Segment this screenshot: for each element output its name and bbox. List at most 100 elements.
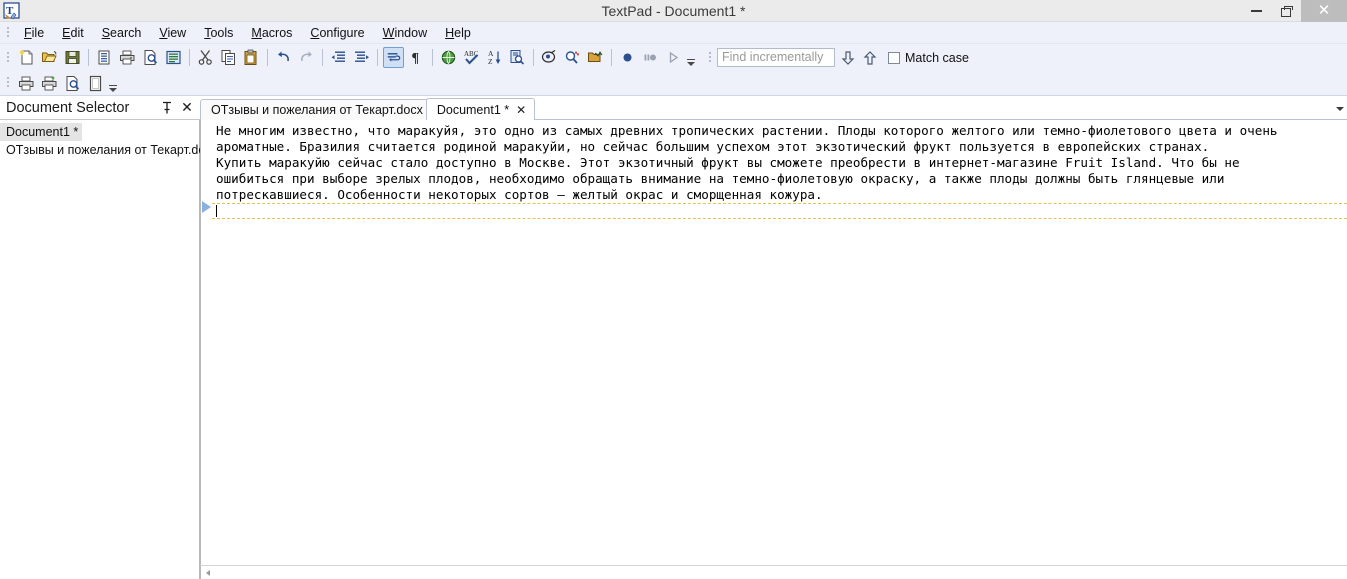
word-wrap-icon[interactable] — [383, 47, 404, 68]
document-item-label[interactable]: Document1 * — [0, 123, 82, 141]
document-item-label[interactable]: ОТзывы и пожелания от Текарт.do... — [0, 141, 220, 159]
minimize-icon — [1251, 10, 1262, 12]
close-button[interactable]: ✕ — [1301, 0, 1347, 22]
textpad-window: T TextPad - Document1 * ✕ File Edit Sear… — [0, 0, 1347, 579]
text-line: ароматные. Бразилия считается родиной ма… — [212, 139, 1347, 155]
undo-icon[interactable] — [273, 47, 294, 68]
restore-icon — [1281, 6, 1291, 16]
line-marker-gutter — [201, 120, 212, 565]
menu-window[interactable]: Window — [374, 23, 436, 43]
menu-search[interactable]: Search — [93, 23, 151, 43]
tab-list-dropdown-icon[interactable] — [1333, 98, 1347, 120]
scroll-left-icon[interactable] — [201, 566, 214, 579]
paragraph-marks-icon[interactable]: ¶ — [406, 47, 427, 68]
text-canvas[interactable]: Не многим известно, что маракуйя, это од… — [212, 120, 1347, 565]
find-in-files-icon[interactable] — [507, 47, 528, 68]
find-toolbar-grip[interactable] — [706, 50, 715, 66]
tab-otzyvy-docx[interactable]: ОТзывы и пожелания от Текарт.docx — [200, 99, 432, 120]
svg-text:¶: ¶ — [412, 51, 420, 66]
current-line-highlight — [212, 203, 1347, 219]
toolbar-separator — [322, 49, 323, 66]
restore-button[interactable] — [1271, 0, 1301, 22]
menu-bar: File Edit Search View Tools Macros Confi… — [0, 22, 1347, 44]
menu-grip[interactable] — [4, 25, 13, 41]
toolbar-separator — [267, 49, 268, 66]
open-file-icon[interactable] — [39, 47, 60, 68]
text-line: ошибиться при выборе зрелых плодов, необ… — [212, 171, 1347, 187]
pin-icon[interactable] — [160, 100, 174, 116]
tab-label: ОТзывы и пожелания от Текарт.docx — [211, 103, 423, 117]
secondary-toolbar — [0, 71, 1347, 96]
current-line-marker-icon — [202, 201, 211, 213]
macro-folder-icon[interactable] — [585, 47, 606, 68]
svg-text:Z: Z — [488, 57, 493, 66]
menu-edit[interactable]: Edit — [53, 23, 93, 43]
indent-icon[interactable] — [351, 47, 372, 68]
print-preview-icon[interactable] — [140, 47, 161, 68]
editor-area: ОТзывы и пожелания от Текарт.docx Docume… — [200, 96, 1347, 579]
toolbar-grip[interactable] — [4, 50, 13, 66]
toolbar-separator — [377, 49, 378, 66]
list-item[interactable]: ОТзывы и пожелания от Текарт.do... — [0, 141, 199, 159]
document-selector-panel: Document Selector ✕ Document1 * ОТзывы и… — [0, 96, 200, 579]
menu-view[interactable]: View — [150, 23, 195, 43]
save-all-icon[interactable] — [94, 47, 115, 68]
search-input[interactable]: Find incrementally — [717, 48, 835, 67]
print-icon[interactable] — [117, 47, 138, 68]
new-file-icon[interactable] — [16, 47, 37, 68]
text-edit-surface[interactable]: Не многим известно, что маракуйя, это од… — [200, 120, 1347, 565]
find-next-button[interactable] — [838, 47, 857, 68]
macro-pause-icon[interactable] — [640, 47, 661, 68]
macro-record-dot-icon[interactable] — [617, 47, 638, 68]
page-setup-icon[interactable] — [85, 73, 106, 94]
print-quick-icon[interactable] — [39, 73, 60, 94]
toolbar-separator — [533, 49, 534, 66]
match-case-box[interactable] — [888, 52, 900, 64]
secondary-toolbar-overflow-button[interactable] — [107, 73, 118, 94]
text-line: потрескавшиеся. Особенности некоторых со… — [212, 187, 1347, 203]
macro-play-icon[interactable] — [663, 47, 684, 68]
minimize-button[interactable] — [1241, 0, 1271, 22]
close-icon[interactable]: ✕ — [516, 103, 526, 117]
cut-icon[interactable] — [195, 47, 216, 68]
unindent-icon[interactable] — [328, 47, 349, 68]
print-icon[interactable] — [16, 73, 37, 94]
sort-icon[interactable]: AZ — [484, 47, 505, 68]
menu-help[interactable]: Help — [436, 23, 480, 43]
menu-macros[interactable]: Macros — [242, 23, 301, 43]
tab-document1[interactable]: Document1 * ✕ — [426, 98, 535, 120]
toolbar-overflow-button[interactable] — [685, 47, 696, 68]
horizontal-scrollbar[interactable] — [200, 565, 1347, 579]
web-browse-icon[interactable] — [438, 47, 459, 68]
textpad-icon: T — [2, 1, 22, 21]
window-controls: ✕ — [1241, 0, 1347, 22]
close-panel-icon[interactable]: ✕ — [180, 100, 194, 116]
secondary-toolbar-grip[interactable] — [4, 75, 13, 91]
workspace: Document Selector ✕ Document1 * ОТзывы и… — [0, 96, 1347, 579]
text-line: Не многим известно, что маракуйя, это од… — [212, 123, 1347, 139]
title-bar: T TextPad - Document1 * ✕ — [0, 0, 1347, 22]
copy-icon[interactable] — [218, 47, 239, 68]
save-file-icon[interactable] — [62, 47, 83, 68]
menu-tools[interactable]: Tools — [195, 23, 242, 43]
document-properties-icon[interactable] — [163, 47, 184, 68]
macro-find-icon[interactable] — [562, 47, 583, 68]
match-case-checkbox[interactable]: Match case — [888, 51, 969, 65]
paste-icon[interactable] — [241, 47, 262, 68]
window-title: TextPad - Document1 * — [0, 0, 1347, 22]
document-list[interactable]: Document1 * ОТзывы и пожелания от Текарт… — [0, 120, 200, 579]
list-item[interactable]: Document1 * — [0, 123, 199, 141]
tab-label: Document1 * — [437, 103, 509, 117]
menu-file[interactable]: File — [15, 23, 53, 43]
redo-icon[interactable] — [296, 47, 317, 68]
find-previous-button[interactable] — [860, 47, 879, 68]
print-preview-icon[interactable] — [62, 73, 83, 94]
toolbar-separator — [88, 49, 89, 66]
find-incrementally-group: Find incrementally Match case — [702, 46, 969, 69]
menu-configure[interactable]: Configure — [301, 23, 373, 43]
spell-check-icon[interactable]: ABC — [461, 47, 482, 68]
panel-title: Document Selector — [6, 100, 129, 116]
macro-record-icon[interactable] — [539, 47, 560, 68]
close-icon: ✕ — [1318, 3, 1331, 18]
tab-strip: ОТзывы и пожелания от Текарт.docx Docume… — [200, 96, 1347, 120]
